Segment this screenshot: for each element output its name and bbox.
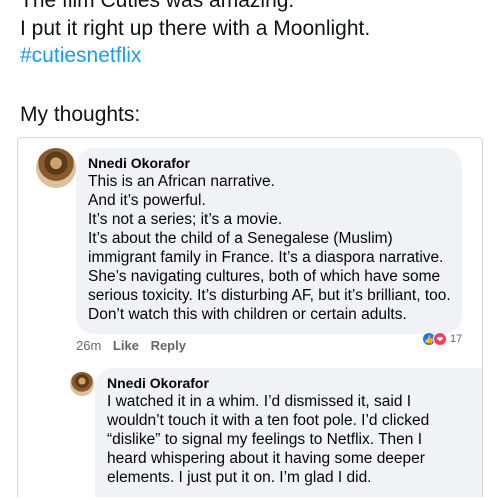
reply-button[interactable]: Reply <box>151 338 186 353</box>
comment-line: It’s about the child of a Senegalese (Mu… <box>88 230 393 247</box>
reply-line: “dislike” to signal my feelings to Netfl… <box>107 431 423 448</box>
comment-timestamp: 26m <box>76 338 102 353</box>
thoughts-label: My thoughts: <box>20 103 141 126</box>
reaction-summary[interactable]: 👍 ❤ 17 <box>420 331 464 347</box>
reaction-count: 17 <box>450 333 463 345</box>
reply-author[interactable]: Nnedi Okorafor <box>107 374 472 392</box>
comment-line: serious toxicity. It’s disturbing AF, bu… <box>88 287 451 304</box>
reply-line: I watched it in a whim. I’d dismissed it… <box>107 393 412 410</box>
reply-avatar[interactable] <box>70 372 94 396</box>
reply-bubble: Nnedi Okorafor I watched it in a whim. I… <box>95 368 482 497</box>
comment-line: immigrant family in France. It’s a diasp… <box>88 249 444 266</box>
comment-line: She’s navigating cultures, both of which… <box>88 268 441 285</box>
comment-line: And it’s powerful. <box>88 192 206 209</box>
like-button[interactable]: Like <box>113 338 139 353</box>
hashtag-link[interactable]: #cutiesnetflix <box>20 43 141 69</box>
embedded-screenshot: Nnedi Okorafor This is an African narrat… <box>17 137 483 497</box>
comment-line: Don’t watch this with children or certai… <box>88 306 407 323</box>
tweet-text-line-1: The film Cuties was amazing. <box>20 0 295 12</box>
comment-line: It’s not a series; it’s a movie. <box>88 211 283 228</box>
love-icon: ❤ <box>433 332 447 346</box>
comment-bubble: Nnedi Okorafor This is an African narrat… <box>76 148 462 334</box>
reply-line: wouldn’t touch it with a ten foot pole. … <box>107 412 430 429</box>
reply-line: heard whispering about it having some de… <box>107 450 425 467</box>
comment-author[interactable]: Nnedi Okorafor <box>88 154 450 172</box>
reply-line: elements. I just put it on. I’m glad I d… <box>107 469 372 486</box>
avatar[interactable] <box>36 148 76 188</box>
comment-line: This is an African narrative. <box>88 173 275 190</box>
tweet-text-line-2: I put it right up there with a Moonlight… <box>20 17 371 40</box>
comment-meta: 26m Like Reply <box>76 338 194 354</box>
